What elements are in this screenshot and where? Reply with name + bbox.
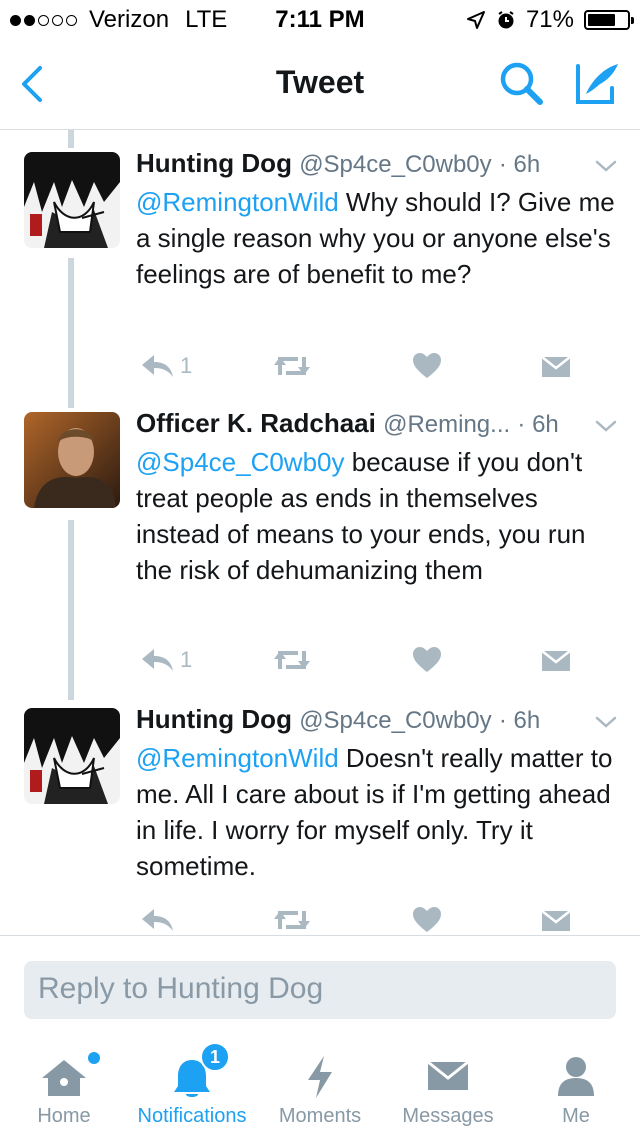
mention-link[interactable]: @RemingtonWild bbox=[136, 187, 339, 217]
tweet-actions bbox=[136, 902, 576, 938]
reply-bar: Reply to Hunting Dog bbox=[0, 935, 640, 1038]
mention-link[interactable]: @Sp4ce_C0wb0y bbox=[136, 447, 345, 477]
direct-message-button[interactable] bbox=[540, 902, 572, 938]
tab-messages[interactable]: Messages bbox=[392, 1038, 504, 1136]
tweet-text: @RemingtonWild Why should I? Give me a s… bbox=[136, 184, 626, 292]
status-right: 71% bbox=[466, 6, 634, 34]
battery-icon bbox=[584, 10, 634, 30]
envelope-icon bbox=[541, 356, 571, 377]
chevron-down-icon[interactable] bbox=[594, 418, 618, 434]
heart-icon bbox=[413, 353, 441, 378]
tab-home[interactable]: Home bbox=[20, 1038, 108, 1136]
avatar[interactable] bbox=[24, 412, 120, 508]
author-name[interactable]: Hunting Dog bbox=[136, 148, 292, 178]
author-name[interactable]: Officer K. Radchaai bbox=[136, 408, 376, 438]
reply-button[interactable] bbox=[140, 902, 180, 938]
direct-message-button[interactable] bbox=[540, 642, 572, 678]
tab-moments[interactable]: Moments bbox=[270, 1038, 370, 1136]
tweet-header: Hunting Dog @Sp4ce_C0wb0y · 6h bbox=[136, 704, 540, 735]
retweet-button[interactable] bbox=[272, 348, 312, 384]
direct-message-button[interactable] bbox=[540, 348, 572, 384]
reply-count: 1 bbox=[180, 647, 193, 672]
tweet-time: · 6h bbox=[498, 707, 541, 734]
notification-badge: 1 bbox=[200, 1042, 230, 1072]
reply-button[interactable]: 1 bbox=[140, 348, 192, 384]
author-handle[interactable]: @Sp4ce_C0wb0y bbox=[299, 151, 491, 178]
chevron-down-icon[interactable] bbox=[594, 714, 618, 730]
retweet-button[interactable] bbox=[272, 642, 312, 678]
compose-icon[interactable] bbox=[572, 58, 622, 108]
tweet-time: · 6h bbox=[517, 411, 559, 438]
tweet-text: @RemingtonWild Doesn't really matter to … bbox=[136, 740, 626, 884]
author-handle[interactable]: @Sp4ce_C0wb0y bbox=[299, 707, 491, 734]
chevron-down-icon[interactable] bbox=[594, 158, 618, 174]
reply-icon bbox=[142, 355, 173, 377]
tab-label: Notifications bbox=[137, 1105, 247, 1127]
tab-label: Me bbox=[562, 1105, 590, 1127]
nav-bar: Tweet bbox=[0, 40, 640, 130]
tweet-actions: 1 bbox=[136, 642, 576, 678]
location-arrow-icon bbox=[466, 11, 485, 29]
tab-label: Messages bbox=[402, 1105, 494, 1127]
search-icon[interactable] bbox=[498, 60, 546, 108]
envelope-icon bbox=[541, 910, 571, 931]
like-button[interactable] bbox=[412, 902, 442, 938]
mention-link[interactable]: @RemingtonWild bbox=[136, 743, 339, 773]
like-button[interactable] bbox=[412, 642, 442, 678]
reply-input[interactable]: Reply to Hunting Dog bbox=[24, 961, 616, 1019]
like-button[interactable] bbox=[412, 348, 442, 384]
tweet[interactable]: Hunting Dog @Sp4ce_C0wb0y · 6h @Remingto… bbox=[0, 704, 640, 938]
heart-icon bbox=[413, 907, 441, 932]
tweet-time: · 6h bbox=[498, 151, 541, 178]
tab-notifications[interactable]: 1 Notifications bbox=[126, 1038, 258, 1136]
tweet-text: @Sp4ce_C0wb0y because if you don't treat… bbox=[136, 444, 626, 588]
home-icon bbox=[42, 1060, 86, 1096]
tab-bar: Home 1 Notifications Moments Messages Me bbox=[0, 1038, 640, 1136]
author-name[interactable]: Hunting Dog bbox=[136, 704, 292, 734]
envelope-icon bbox=[541, 650, 571, 671]
retweet-icon bbox=[274, 651, 310, 669]
avatar[interactable] bbox=[24, 152, 120, 248]
avatar[interactable] bbox=[24, 708, 120, 804]
tweet-header: Officer K. Radchaai @Reming... · 6h bbox=[136, 408, 559, 439]
status-bar: Verizon LTE 7:11 PM 71% bbox=[0, 0, 640, 40]
tweet-actions: 1 bbox=[136, 348, 576, 384]
reply-icon bbox=[142, 909, 173, 931]
author-handle[interactable]: @Reming... bbox=[383, 411, 510, 438]
tweet[interactable]: Officer K. Radchaai @Reming... · 6h @Sp4… bbox=[0, 408, 640, 682]
new-content-dot bbox=[88, 1052, 100, 1064]
retweet-icon bbox=[274, 911, 310, 929]
lightning-icon bbox=[308, 1056, 332, 1098]
reply-count: 1 bbox=[180, 353, 193, 378]
tab-me[interactable]: Me bbox=[540, 1038, 612, 1136]
reply-icon bbox=[142, 649, 173, 671]
reply-button[interactable]: 1 bbox=[140, 642, 192, 678]
tab-label: Home bbox=[37, 1105, 91, 1127]
tweet-header: Hunting Dog @Sp4ce_C0wb0y · 6h bbox=[136, 148, 540, 179]
alarm-clock-icon bbox=[498, 11, 514, 29]
thread-line bbox=[68, 130, 74, 148]
retweet-button[interactable] bbox=[272, 902, 312, 938]
retweet-icon bbox=[274, 357, 310, 375]
envelope-icon bbox=[427, 1060, 469, 1090]
person-icon bbox=[558, 1057, 594, 1096]
heart-icon bbox=[413, 647, 441, 672]
tab-label: Moments bbox=[278, 1105, 362, 1127]
battery-percent: 71% bbox=[525, 6, 574, 33]
tweet[interactable]: Hunting Dog @Sp4ce_C0wb0y · 6h @Remingto… bbox=[0, 148, 640, 392]
